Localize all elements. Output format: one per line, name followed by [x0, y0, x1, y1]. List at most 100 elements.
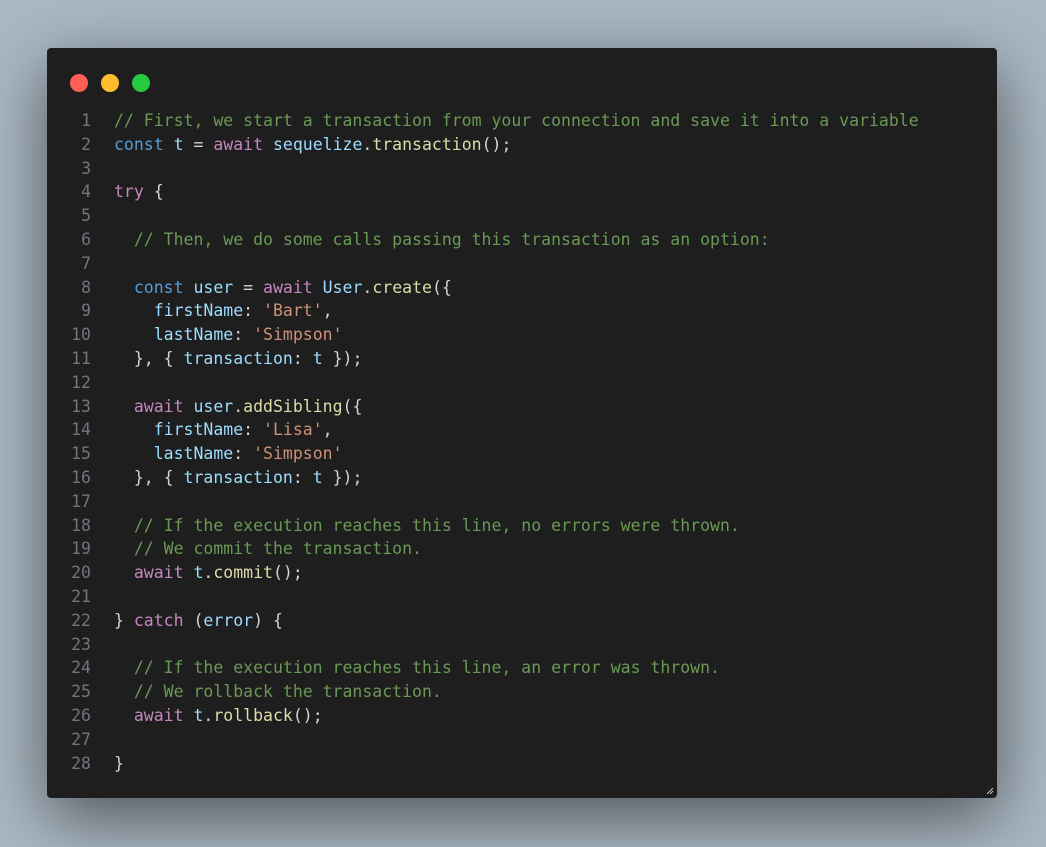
code-token: } [114, 610, 134, 630]
line-number: 21 [71, 586, 91, 606]
maximize-window-button[interactable] [132, 74, 150, 92]
code-text: try { [114, 180, 164, 204]
code-token: , [322, 420, 333, 440]
code-token: }); [322, 467, 363, 487]
line-number: 22 [71, 610, 91, 630]
code-token: . [362, 134, 373, 154]
code-token: transaction [372, 134, 482, 154]
code-line: 23 [47, 633, 997, 657]
line-number: 2 [81, 134, 91, 154]
code-token: firstName [153, 301, 244, 321]
code-token: await [133, 396, 184, 416]
code-line: 9 firstName: 'Bart', [47, 299, 997, 323]
code-token: lastName [153, 325, 234, 345]
code-line: 2 const t = await sequelize.transaction()… [47, 133, 997, 157]
line-number: 9 [81, 301, 91, 321]
code-token: . [203, 563, 214, 583]
minimize-window-button[interactable] [101, 74, 119, 92]
code-line: 17 [47, 490, 997, 514]
code-token: rollback [213, 705, 293, 725]
code-token: : [292, 467, 313, 487]
code-token: // If the execution reaches this line, a… [133, 658, 720, 678]
code-token: await [213, 134, 264, 154]
code-token: { [143, 182, 164, 202]
code-text: // If the execution reaches this line, n… [114, 514, 740, 538]
code-line: 20 await t.commit(); [47, 561, 997, 585]
code-text: firstName: 'Lisa', [114, 418, 333, 442]
line-number: 19 [71, 539, 91, 559]
code-line: 28} [47, 752, 997, 776]
code-text: const t = await sequelize.transaction(); [114, 133, 511, 157]
code-token: 'Bart' [263, 301, 323, 321]
code-token: (); [292, 705, 323, 725]
code-text: }, { transaction: t }); [114, 347, 363, 371]
code-text: } [114, 752, 124, 776]
resize-handle-icon[interactable] [986, 787, 994, 795]
line-number: 6 [81, 229, 91, 249]
code-token: // We commit the transaction. [133, 539, 422, 559]
code-token: t [193, 705, 204, 725]
code-token: transaction [183, 348, 293, 368]
code-line: 4 try { [47, 180, 997, 204]
code-line: 14 firstName: 'Lisa', [47, 418, 997, 442]
line-number: 27 [71, 729, 91, 749]
code-token: 'Simpson' [253, 444, 343, 464]
code-line: 24 // If the execution reaches this line… [47, 656, 997, 680]
code-line: 25 // We rollback the transaction. [47, 680, 997, 704]
code-token: . [233, 396, 244, 416]
code-token: = [233, 277, 264, 297]
code-line: 13 await user.addSibling({ [47, 395, 997, 419]
line-number: 14 [71, 420, 91, 440]
code-token: 'Lisa' [263, 420, 323, 440]
line-number: 17 [71, 491, 91, 511]
code-token: t [312, 467, 323, 487]
line-number: 25 [71, 682, 91, 702]
code-token: const [114, 134, 164, 154]
code-text: lastName: 'Simpson' [114, 323, 343, 347]
code-token: lastName [153, 444, 234, 464]
code-text: } catch (error) { [114, 609, 283, 633]
code-token: ) { [253, 610, 283, 630]
code-token: : [292, 348, 313, 368]
code-token: // If the execution reaches this line, n… [133, 515, 740, 535]
code-token: ({ [342, 396, 363, 416]
code-line: 3 [47, 157, 997, 181]
code-editor[interactable]: 1 // First, we start a transaction from y… [47, 109, 997, 775]
code-line: 26 await t.rollback(); [47, 704, 997, 728]
code-token: t [312, 348, 323, 368]
code-token: }, { [114, 348, 184, 368]
code-token: (); [272, 563, 303, 583]
code-token: t [193, 563, 204, 583]
code-line: 11 }, { transaction: t }); [47, 347, 997, 371]
code-token: firstName [153, 420, 244, 440]
line-number: 28 [71, 753, 91, 773]
code-text: firstName: 'Bart', [114, 299, 333, 323]
line-number: 5 [81, 206, 91, 226]
line-number: 11 [71, 348, 91, 368]
code-line: 19 // We commit the transaction. [47, 537, 997, 561]
code-token: ({ [431, 277, 452, 297]
code-text: const user = await User.create({ [114, 276, 452, 300]
code-token: // We rollback the transaction. [133, 682, 442, 702]
code-token: try [114, 182, 144, 202]
code-token: t [173, 134, 184, 154]
code-token: : [233, 325, 254, 345]
code-line: 21 [47, 585, 997, 609]
code-token: : [233, 444, 254, 464]
code-token: ( [183, 610, 204, 630]
code-text: lastName: 'Simpson' [114, 442, 343, 466]
code-token: await [133, 705, 184, 725]
code-text: // First, we start a transaction from yo… [114, 109, 919, 133]
code-line: 5 [47, 204, 997, 228]
close-window-button[interactable] [70, 74, 88, 92]
line-number: 18 [71, 515, 91, 535]
code-text: // If the execution reaches this line, a… [114, 656, 720, 680]
code-token: sequelize [272, 134, 363, 154]
